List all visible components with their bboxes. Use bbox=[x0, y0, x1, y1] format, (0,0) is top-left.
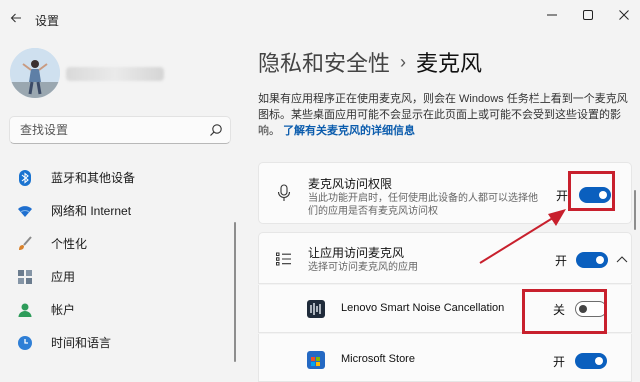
main-scrollbar[interactable] bbox=[634, 190, 636, 230]
app-state: 开 bbox=[553, 355, 566, 369]
sidebar-item-label: 蓝牙和其他设备 bbox=[51, 171, 136, 185]
close-icon bbox=[619, 10, 629, 20]
back-button[interactable] bbox=[6, 8, 26, 28]
sidebar-item-bluetooth[interactable]: 蓝牙和其他设备 bbox=[9, 161, 233, 194]
sidebar-item-label: 网络和 Internet bbox=[51, 204, 132, 218]
app-name: Microsoft Store bbox=[341, 353, 415, 365]
maximize-button[interactable] bbox=[575, 6, 601, 24]
sidebar-item-apps[interactable]: 应用 bbox=[9, 260, 233, 293]
sidebar-scrollbar[interactable] bbox=[234, 222, 236, 362]
apps-icon bbox=[17, 269, 33, 285]
sidebar-item-label: 个性化 bbox=[51, 237, 88, 251]
bluetooth-icon bbox=[17, 169, 33, 186]
search-icon[interactable] bbox=[209, 123, 223, 137]
chevron-up-icon[interactable] bbox=[616, 255, 628, 265]
app-access-card[interactable]: 让应用访问麦克风 选择可访问麦克风的应用 开 bbox=[258, 232, 632, 284]
wifi-icon bbox=[17, 203, 33, 219]
back-arrow-icon bbox=[10, 13, 21, 23]
close-button[interactable] bbox=[611, 6, 637, 24]
highlight-box-lenovo-toggle bbox=[522, 289, 607, 334]
sidebar-item-accounts[interactable]: 帐户 bbox=[9, 293, 233, 326]
globe-clock-icon bbox=[17, 335, 33, 351]
nav-list: 蓝牙和其他设备 网络和 Internet 个性化 应用 帐户 时间和语言 bbox=[9, 161, 233, 359]
annotation-arrow-icon bbox=[479, 209, 566, 264]
sidebar-item-time-language[interactable]: 时间和语言 bbox=[9, 326, 233, 359]
account-icon bbox=[17, 302, 33, 318]
sidebar-item-personalization[interactable]: 个性化 bbox=[9, 227, 233, 260]
sidebar: 蓝牙和其他设备 网络和 Internet 个性化 bbox=[0, 36, 238, 364]
title-bar: 设置 bbox=[0, 0, 640, 36]
breadcrumb-separator: › bbox=[400, 51, 407, 72]
search-box[interactable] bbox=[9, 116, 231, 144]
mic-access-state: 开 bbox=[556, 189, 569, 203]
brush-icon bbox=[17, 235, 33, 252]
learn-more-link[interactable]: 了解有关麦克风的详细信息 bbox=[283, 125, 415, 137]
microsoft-store-toggle[interactable] bbox=[575, 353, 607, 369]
maximize-icon bbox=[583, 10, 593, 20]
minimize-icon bbox=[547, 14, 557, 16]
lenovo-noise-app-icon bbox=[307, 300, 325, 318]
list-icon bbox=[275, 250, 293, 268]
sidebar-item-label: 帐户 bbox=[51, 303, 76, 317]
breadcrumb-parent[interactable]: 隐私和安全性 bbox=[258, 46, 390, 78]
sidebar-item-label: 应用 bbox=[51, 270, 76, 284]
app-name: Lenovo Smart Noise Cancellation bbox=[341, 302, 505, 314]
app-access-toggle[interactable] bbox=[576, 252, 608, 268]
microphone-icon bbox=[275, 184, 293, 202]
avatar[interactable] bbox=[10, 48, 60, 98]
highlight-box-mic-toggle bbox=[568, 171, 615, 211]
mic-access-title: 麦克风访问权限 bbox=[308, 177, 393, 191]
minimize-button[interactable] bbox=[539, 6, 565, 24]
app-row-microsoft-store: Microsoft Store 开 bbox=[258, 334, 632, 382]
microsoft-store-icon bbox=[307, 351, 325, 369]
breadcrumb: 隐私和安全性 › 麦克风 bbox=[258, 46, 482, 78]
sidebar-item-label: 时间和语言 bbox=[51, 336, 112, 350]
avatar-photo-icon bbox=[10, 48, 60, 98]
username-blurred bbox=[66, 67, 164, 81]
toggle-knob bbox=[596, 256, 604, 264]
app-access-title: 让应用访问麦克风 bbox=[308, 246, 405, 260]
search-input[interactable] bbox=[10, 117, 200, 143]
page-description: 如果有应用程序正在使用麦克风，则会在 Windows 任务栏上看到一个麦克风图标… bbox=[258, 91, 630, 139]
page-title: 麦克风 bbox=[416, 51, 483, 76]
app-title: 设置 bbox=[35, 14, 60, 28]
sidebar-item-network[interactable]: 网络和 Internet bbox=[9, 194, 233, 227]
